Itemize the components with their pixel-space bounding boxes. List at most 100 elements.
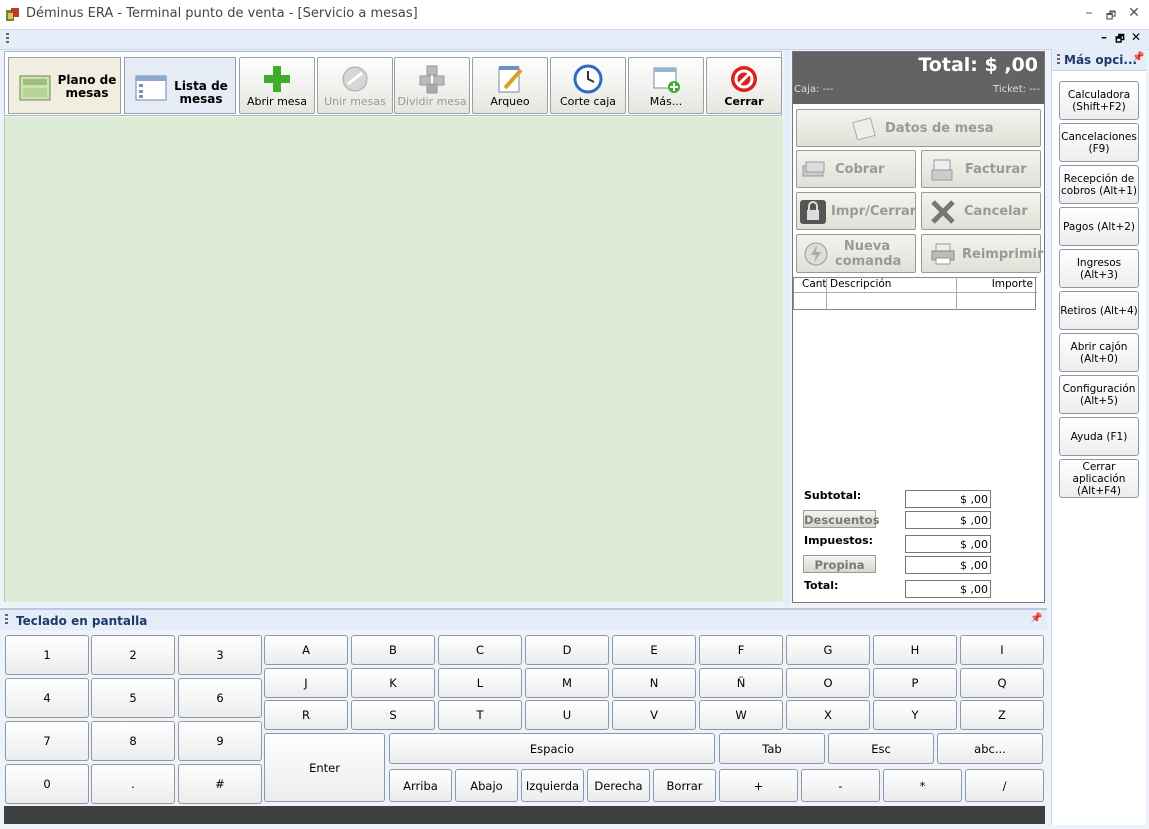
key-arrow-1[interactable]: Abajo bbox=[455, 769, 518, 802]
arqueo-button[interactable]: Arqueo bbox=[472, 57, 548, 114]
key-num-2[interactable]: 3 bbox=[178, 635, 262, 675]
unir-mesas-button[interactable]: Unir mesas bbox=[317, 57, 393, 114]
key-row2-6[interactable]: O bbox=[786, 667, 870, 698]
key-row3-7[interactable]: Y bbox=[873, 700, 957, 730]
key-row3-3[interactable]: U bbox=[525, 700, 609, 730]
side-button-1[interactable]: Cancelaciones (F9) bbox=[1059, 123, 1139, 162]
key-row2-8[interactable]: Q bbox=[960, 667, 1044, 698]
nueva-comanda-button[interactable]: Nueva comanda bbox=[796, 234, 916, 273]
floor-plan-icon bbox=[19, 75, 51, 101]
tab-lista-de-mesas[interactable]: Lista de mesas bbox=[124, 57, 236, 114]
keyboard-header: Teclado en pantalla 📌 bbox=[0, 608, 1047, 630]
pin-icon[interactable]: 📌 bbox=[1132, 52, 1144, 63]
key-row3-1[interactable]: S bbox=[351, 700, 435, 730]
mas-button[interactable]: Más... bbox=[628, 57, 704, 114]
splitter[interactable] bbox=[784, 50, 790, 606]
key-row3-5[interactable]: W bbox=[699, 700, 783, 730]
key-row2-7[interactable]: P bbox=[873, 667, 957, 698]
key-op-0[interactable]: + bbox=[719, 769, 798, 802]
propina-button[interactable]: Propina bbox=[803, 555, 876, 573]
side-button-2[interactable]: Recepción de cobros (Alt+1) bbox=[1059, 165, 1139, 204]
side-button-9[interactable]: Cerrar aplicación (Alt+F4) bbox=[1059, 459, 1139, 498]
key-arrow-4[interactable]: Borrar bbox=[653, 769, 716, 802]
key-num-5[interactable]: 6 bbox=[178, 678, 262, 718]
side-button-7[interactable]: Configuración (Alt+5) bbox=[1059, 375, 1139, 414]
key-row3-4[interactable]: V bbox=[612, 700, 696, 730]
key-row3-2[interactable]: T bbox=[438, 700, 522, 730]
key-num-7[interactable]: 8 bbox=[91, 721, 175, 761]
key-row3-0[interactable]: R bbox=[264, 700, 348, 730]
key-abc[interactable]: abc... bbox=[937, 733, 1043, 764]
key-num-0[interactable]: 1 bbox=[5, 635, 89, 675]
key-enter[interactable]: Enter bbox=[264, 733, 385, 802]
reimprimir-button[interactable]: Reimprimir bbox=[921, 234, 1043, 273]
key-row1-3[interactable]: D bbox=[525, 635, 609, 665]
key-row2-4[interactable]: N bbox=[612, 667, 696, 698]
key-tab[interactable]: Tab bbox=[719, 733, 825, 764]
abrir-mesa-button[interactable]: Abrir mesa bbox=[239, 57, 315, 114]
key-num-6[interactable]: 7 bbox=[5, 721, 89, 761]
key-row1-7[interactable]: H bbox=[873, 635, 957, 665]
restore-button[interactable]: 🗗 bbox=[1101, 7, 1121, 26]
key-op-3[interactable]: / bbox=[965, 769, 1044, 802]
key-num-10[interactable]: . bbox=[91, 764, 175, 804]
key-row1-0[interactable]: A bbox=[264, 635, 348, 665]
cancelar-button[interactable]: Cancelar bbox=[921, 192, 1041, 230]
side-button-3[interactable]: Pagos (Alt+2) bbox=[1059, 207, 1139, 246]
col-cant[interactable]: Cant bbox=[802, 278, 827, 292]
dividir-mesa-button[interactable]: Dividir mesa bbox=[394, 57, 470, 114]
key-arrow-0[interactable]: Arriba bbox=[389, 769, 452, 802]
key-row2-3[interactable]: M bbox=[525, 667, 609, 698]
key-row3-8[interactable]: Z bbox=[960, 700, 1044, 730]
grip-icon bbox=[1057, 54, 1060, 66]
impr-cerrar-button[interactable]: Impr/Cerrar bbox=[796, 192, 916, 230]
cobrar-button[interactable]: Cobrar bbox=[796, 150, 916, 188]
mdi-restore-button[interactable]: 🗗 bbox=[1112, 32, 1128, 49]
cerrar-button[interactable]: Cerrar bbox=[706, 57, 782, 114]
minimize-button[interactable]: – bbox=[1079, 5, 1099, 21]
side-button-6[interactable]: Abrir cajón (Alt+0) bbox=[1059, 333, 1139, 372]
lightning-icon bbox=[804, 242, 828, 266]
key-row1-2[interactable]: C bbox=[438, 635, 522, 665]
key-row1-1[interactable]: B bbox=[351, 635, 435, 665]
key-num-4[interactable]: 5 bbox=[91, 678, 175, 718]
key-row2-1[interactable]: K bbox=[351, 667, 435, 698]
corte-caja-button[interactable]: Corte caja bbox=[550, 57, 626, 114]
pin-icon[interactable]: 📌 bbox=[1030, 613, 1042, 624]
ticket-table[interactable]: Cant Descripción Importe bbox=[793, 277, 1037, 310]
key-esc[interactable]: Esc bbox=[828, 733, 934, 764]
key-num-1[interactable]: 2 bbox=[91, 635, 175, 675]
key-row2-5[interactable]: Ñ bbox=[699, 667, 783, 698]
key-row1-8[interactable]: I bbox=[960, 635, 1044, 665]
key-row3-6[interactable]: X bbox=[786, 700, 870, 730]
col-descripcion[interactable]: Descripción bbox=[830, 278, 891, 292]
key-op-1[interactable]: - bbox=[801, 769, 880, 802]
key-num-11[interactable]: # bbox=[178, 764, 262, 804]
key-num-8[interactable]: 9 bbox=[178, 721, 262, 761]
key-arrow-2[interactable]: Izquierda bbox=[521, 769, 584, 802]
col-importe[interactable]: Importe bbox=[992, 278, 1033, 292]
tab-plano-de-mesas[interactable]: Plano de mesas bbox=[8, 57, 121, 114]
key-num-9[interactable]: 0 bbox=[5, 764, 89, 804]
key-row1-6[interactable]: G bbox=[786, 635, 870, 665]
key-op-2[interactable]: * bbox=[883, 769, 962, 802]
mdi-close-button[interactable]: ✕ bbox=[1128, 30, 1144, 44]
side-button-0[interactable]: Calculadora (Shift+F2) bbox=[1059, 81, 1139, 120]
key-row1-4[interactable]: E bbox=[612, 635, 696, 665]
facturar-button[interactable]: Facturar bbox=[921, 150, 1041, 188]
side-button-5[interactable]: Retiros (Alt+4) bbox=[1059, 291, 1139, 330]
mdi-minimize-button[interactable]: – bbox=[1096, 30, 1112, 44]
key-row1-5[interactable]: F bbox=[699, 635, 783, 665]
descuentos-button[interactable]: Descuentos bbox=[803, 510, 879, 528]
key-num-3[interactable]: 4 bbox=[5, 678, 89, 718]
key-row2-0[interactable]: J bbox=[264, 667, 348, 698]
key-arrow-3[interactable]: Derecha bbox=[587, 769, 650, 802]
datos-de-mesa-button[interactable]: Datos de mesa bbox=[796, 109, 1041, 147]
close-window-button[interactable]: ✕ bbox=[1124, 5, 1144, 21]
key-espacio[interactable]: Espacio bbox=[389, 733, 715, 764]
floor-plan-area[interactable] bbox=[4, 117, 783, 602]
side-button-4[interactable]: Ingresos (Alt+3) bbox=[1059, 249, 1139, 288]
merge-icon bbox=[342, 66, 368, 92]
key-row2-2[interactable]: L bbox=[438, 667, 522, 698]
side-button-8[interactable]: Ayuda (F1) bbox=[1059, 417, 1139, 456]
